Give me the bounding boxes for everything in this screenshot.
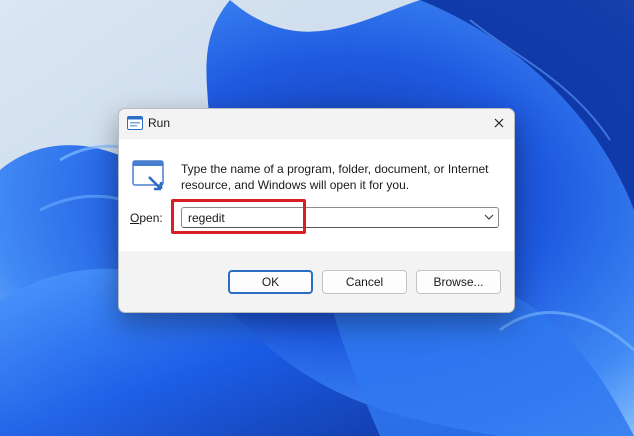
open-combobox[interactable] [181,207,499,228]
run-dialog: Run Type the name of a program, folder, … [118,108,515,313]
dialog-description: Type the name of a program, folder, docu… [181,162,489,192]
close-icon [494,118,504,128]
window-title: Run [148,116,171,130]
run-app-icon [127,116,143,130]
close-button[interactable] [484,109,514,137]
browse-button[interactable]: Browse... [416,270,501,294]
open-label-text: pen: [139,211,163,225]
title-bar[interactable]: Run [119,109,514,139]
open-input[interactable] [188,210,468,225]
cancel-button[interactable]: Cancel [322,270,407,294]
open-label-mnemonic: O [130,211,140,225]
open-label: Open: [130,211,163,225]
chevron-down-icon[interactable] [484,213,494,221]
run-dialog-icon [132,160,164,191]
ok-button[interactable]: OK [228,270,313,294]
dialog-content: Type the name of a program, folder, docu… [119,139,514,251]
